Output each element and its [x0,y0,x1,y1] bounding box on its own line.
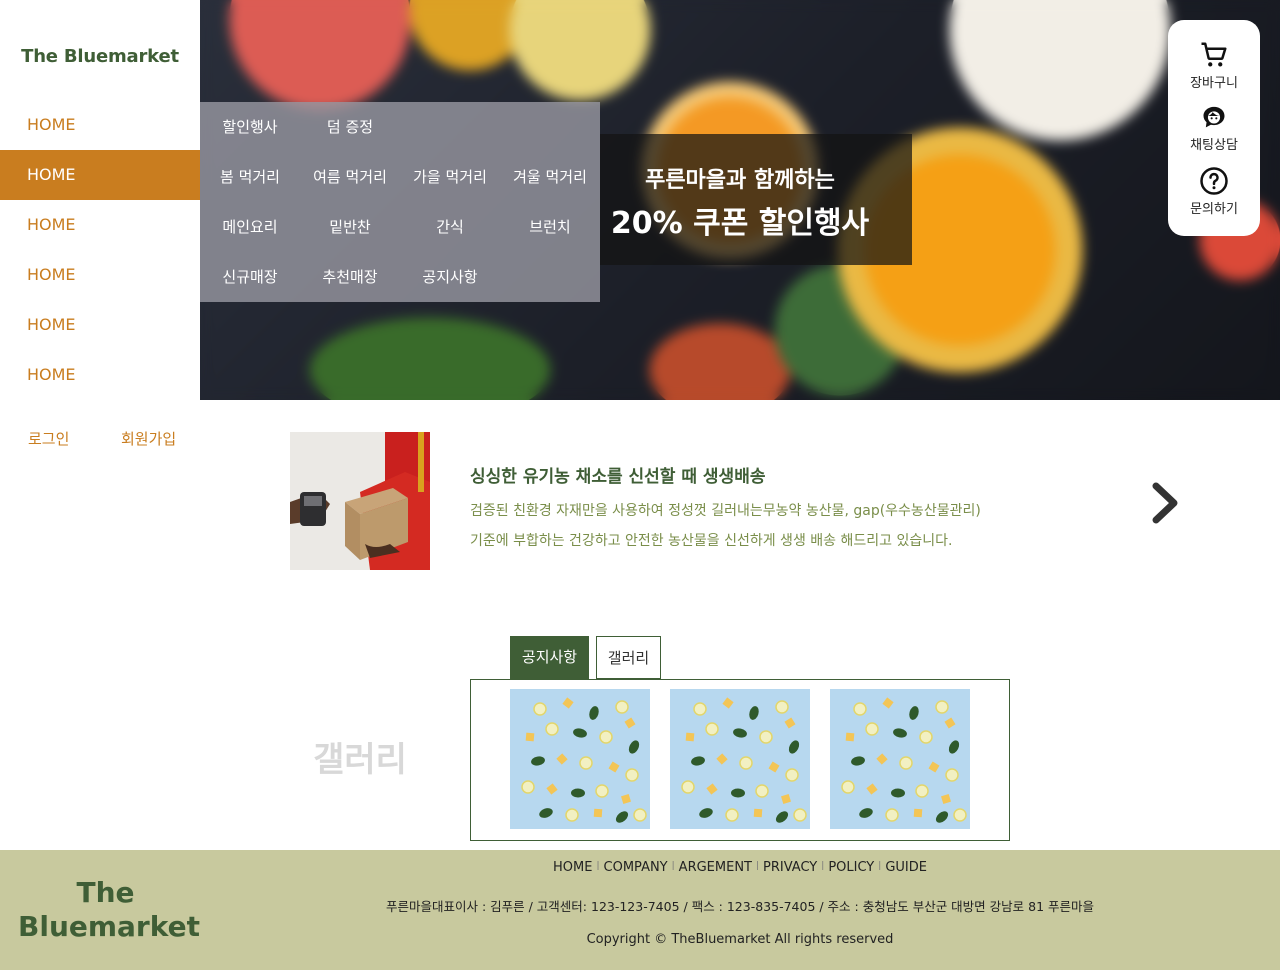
footer-logo-line-1: The [76,876,135,909]
menu-item-summer[interactable]: 여름 먹거리 [300,152,400,202]
footer: The Bluemarket HOME | COMPANY | ARGEMENT | PRI… [0,850,1280,970]
question-icon [1200,167,1228,195]
gallery-section-label: 갤러리 [313,740,407,780]
footer-company-info: 푸른마을대표이사 : 김푸른 / 고객센터: 123-123-7405 / 팩스… [385,899,1094,914]
menu-item-recommended-store[interactable]: 추천매장 [300,252,400,302]
gallery-thumbnail-1[interactable] [510,689,650,829]
footer-copyright: Copyright © TheBluemarket All rights res… [586,932,894,947]
footer-separator: | [755,861,760,871]
sidebar: The Bluemarket HOME HOME HOME HOME HOME … [0,0,200,470]
promo-title: 20% 쿠폰 할인행사 [610,206,870,241]
menu-item-snack[interactable]: 간식 [400,202,500,252]
footer-link-company[interactable]: COMPANY [604,860,668,875]
nav-item-home-3[interactable]: HOME [0,200,200,250]
menu-item-bonus[interactable]: 덤 증정 [300,102,400,152]
footer-separator: | [878,861,882,871]
footer-link-home[interactable]: HOME [553,860,592,875]
promo-subtitle: 푸른마을과 함께하는 [645,168,835,193]
chevron-right-icon [1152,482,1178,524]
mega-menu-dropdown: 할인행사 덤 증정 봄 먹거리 여름 먹거리 가을 먹거리 겨울 먹거리 메인요… [200,102,600,302]
nav-item-home-1[interactable]: HOME [0,100,200,150]
gallery-panel [470,679,1010,841]
menu-item-winter[interactable]: 겨울 먹거리 [500,152,600,202]
quick-inquiry-button[interactable]: 문의하기 [1168,166,1260,217]
chat-support-icon [1203,106,1225,128]
quick-chat-label: 채팅상담 [1190,138,1238,153]
quick-cart-label: 장바구니 [1190,76,1238,91]
quick-inquiry-label: 문의하기 [1190,202,1238,217]
tab-notice[interactable]: 공지사항 [510,636,589,679]
footer-logo[interactable]: The Bluemarket [18,876,200,944]
footer-logo-line-2: Bluemarket [18,910,200,943]
footer-link-privacy[interactable]: PRIVACY [763,860,817,875]
quick-chat-button[interactable]: 채팅상담 [1168,104,1260,153]
quick-cart-button[interactable]: 장바구니 [1168,40,1260,91]
main-nav: HOME HOME HOME HOME HOME HOME [0,100,200,400]
nav-item-home-6[interactable]: HOME [0,350,200,400]
menu-item-side-dish[interactable]: 밑반찬 [300,202,400,252]
menu-item-main-dish[interactable]: 메인요리 [200,202,300,252]
cart-icon [1201,42,1227,67]
menu-item-brunch[interactable]: 브런치 [500,202,600,252]
next-slide-button[interactable] [1148,480,1184,526]
menu-item-sale[interactable]: 할인행사 [200,102,300,152]
menu-item-new-store[interactable]: 신규매장 [200,252,300,302]
tab-gallery[interactable]: 갤러리 [596,636,661,679]
intro-title: 싱싱한 유기농 채소를 신선할 때 생생배송 [470,467,766,487]
nav-item-home-2-active[interactable]: HOME [0,150,200,200]
footer-separator: | [671,861,675,871]
gallery-thumbnail-2[interactable] [670,689,810,829]
footer-separator: | [821,861,825,871]
quick-menu: 장바구니 채팅상담 문의하기 [1168,20,1260,236]
menu-item-autumn[interactable]: 가을 먹거리 [400,152,500,202]
delivery-photo [290,432,430,570]
nav-item-home-4[interactable]: HOME [0,250,200,300]
intro-description-line-2: 기준에 부합하는 건강하고 안전한 농산물을 신선하게 생생 배송 해드리고 있… [470,533,953,549]
signup-link[interactable]: 회원가입 [121,428,176,449]
menu-item-notice[interactable]: 공지사항 [400,252,500,302]
login-link[interactable]: 로그인 [28,428,69,449]
intro-description-line-1: 검증된 친환경 자재만을 사용하여 정성껏 길러내는무농약 농산물, gap(우… [470,503,981,519]
footer-separator: | [596,861,600,871]
footer-link-policy[interactable]: POLICY [828,860,874,875]
nav-item-home-5[interactable]: HOME [0,300,200,350]
promo-banner[interactable]: 푸른마을과 함께하는 20% 쿠폰 할인행사 [600,134,912,265]
footer-link-argement[interactable]: ARGEMENT [679,860,752,875]
site-logo[interactable]: The Bluemarket [0,46,200,67]
gallery-thumbnail-3[interactable] [830,689,970,829]
menu-item-spring[interactable]: 봄 먹거리 [200,152,300,202]
footer-link-guide[interactable]: GUIDE [885,860,927,875]
footer-links: HOME | COMPANY | ARGEMENT | PRIVACY | POLICY | GUI… [0,860,1280,875]
